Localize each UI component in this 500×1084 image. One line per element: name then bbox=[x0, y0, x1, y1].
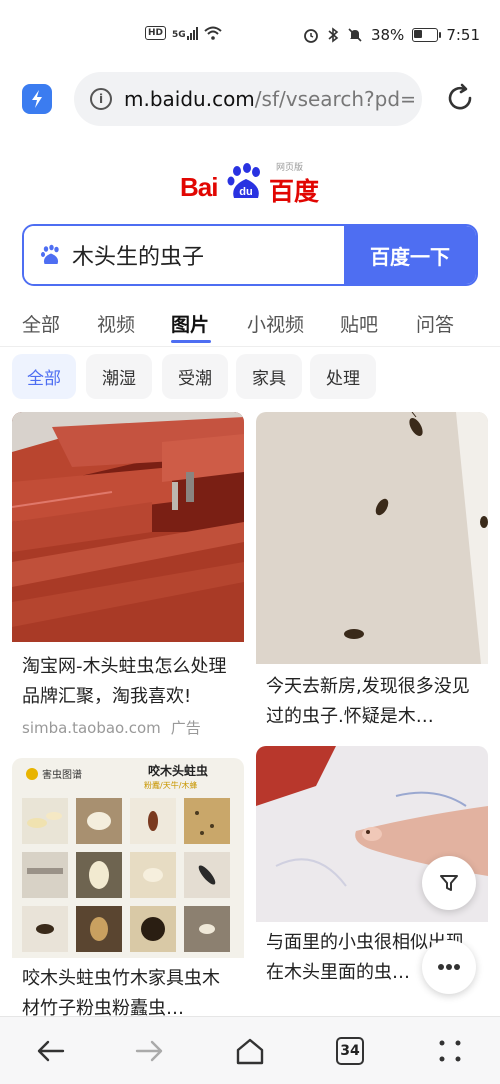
svg-text:du: du bbox=[239, 186, 252, 198]
wifi-icon bbox=[204, 26, 222, 40]
more-dots-icon bbox=[438, 964, 460, 970]
battery-icon bbox=[412, 28, 442, 42]
more-options-button[interactable] bbox=[422, 940, 476, 994]
cell-signal-icon: 5G bbox=[172, 26, 198, 40]
result-image[interactable] bbox=[12, 412, 244, 642]
ad-badge: 广告 bbox=[170, 719, 201, 737]
baidu-logo[interactable]: Bai du 百度 网页版 bbox=[180, 162, 325, 206]
filter-button[interactable] bbox=[422, 856, 476, 910]
search-button[interactable]: 百度一下 bbox=[344, 226, 476, 284]
reload-icon[interactable] bbox=[444, 82, 476, 114]
hd-indicator: HD bbox=[145, 26, 167, 40]
tab-count: 34 bbox=[336, 1037, 364, 1065]
tab-tieba[interactable]: 贴吧 bbox=[340, 310, 378, 337]
back-arrow-icon bbox=[37, 1040, 65, 1062]
tab-video[interactable]: 视频 bbox=[97, 310, 135, 337]
info-icon[interactable]: i bbox=[90, 88, 112, 110]
address-bar[interactable]: i m.baidu.com/sf/vsearch?pd= bbox=[74, 72, 422, 126]
search-input[interactable]: 木头生的虫子 bbox=[24, 226, 344, 284]
tab-images[interactable]: 图片 bbox=[171, 310, 209, 337]
result-card[interactable]: 淘宝网-木头蛀虫怎么处理品牌汇聚，淘我喜欢! simba.taobao.com 广… bbox=[12, 412, 244, 744]
alarm-icon bbox=[304, 29, 318, 43]
filter-icon bbox=[440, 875, 458, 891]
url-text[interactable]: m.baidu.com/sf/vsearch?pd= bbox=[124, 87, 414, 111]
tabs-button[interactable]: 34 bbox=[334, 1035, 366, 1067]
result-title[interactable]: 今天去新房,发现很多没见过的虫子.怀疑是木… bbox=[266, 672, 480, 732]
clock: 7:51 bbox=[446, 26, 480, 44]
battery-percent: 38% bbox=[370, 26, 405, 44]
search-box: 木头生的虫子 百度一下 bbox=[22, 224, 478, 286]
browser-bottom-bar: 34 bbox=[0, 1016, 500, 1084]
chip-damp[interactable]: 受潮 bbox=[162, 354, 228, 399]
baidu-paw-icon: du bbox=[227, 163, 260, 198]
home-button[interactable] bbox=[234, 1035, 266, 1067]
browser-toolbar: i m.baidu.com/sf/vsearch?pd= bbox=[0, 72, 500, 130]
chip-all[interactable]: 全部 bbox=[12, 354, 76, 399]
chip-humid[interactable]: 潮湿 bbox=[86, 354, 152, 399]
chip-furniture[interactable]: 家具 bbox=[236, 354, 302, 399]
result-image[interactable]: 害虫图谱 咬木头蛀虫 粉蠹/天牛/木蜂 bbox=[12, 758, 244, 958]
back-button[interactable] bbox=[34, 1035, 66, 1067]
mute-icon bbox=[348, 28, 362, 42]
search-query: 木头生的虫子 bbox=[72, 245, 205, 270]
bluetooth-icon bbox=[328, 27, 339, 43]
search-tabs: 全部 视频 图片 小视频 贴吧 问答 bbox=[0, 300, 500, 347]
chip-treatment[interactable]: 处理 bbox=[310, 354, 376, 399]
result-card[interactable]: 害虫图谱 咬木头蛀虫 粉蠹/天牛/木蜂 咬木头蛀虫竹木家具虫木材竹子粉虫粉蠹虫… bbox=[12, 758, 244, 1016]
result-title[interactable]: 咬木头蛀虫竹木家具虫木材竹子粉虫粉蠹虫… bbox=[22, 964, 236, 1016]
menu-button[interactable] bbox=[434, 1035, 466, 1067]
status-bar: HD 5G 38% 7:51 bbox=[0, 0, 500, 72]
result-image[interactable] bbox=[256, 412, 488, 664]
home-icon bbox=[236, 1038, 264, 1065]
baidu-paw-icon bbox=[41, 244, 59, 264]
result-title[interactable]: 淘宝网-木头蛀虫怎么处理品牌汇聚，淘我喜欢! bbox=[22, 652, 236, 712]
menu-dots-icon bbox=[439, 1040, 461, 1062]
tab-qa[interactable]: 问答 bbox=[416, 310, 454, 337]
result-card[interactable]: 今天去新房,发现很多没见过的虫子.怀疑是木… bbox=[256, 412, 488, 732]
result-source: simba.taobao.com 广告 bbox=[22, 719, 201, 737]
active-tab-indicator bbox=[171, 340, 211, 343]
forward-button[interactable] bbox=[134, 1035, 166, 1067]
tab-short-video[interactable]: 小视频 bbox=[247, 310, 304, 337]
browser-logo-icon[interactable] bbox=[22, 84, 52, 114]
tab-all[interactable]: 全部 bbox=[22, 310, 60, 337]
forward-arrow-icon bbox=[135, 1040, 163, 1062]
